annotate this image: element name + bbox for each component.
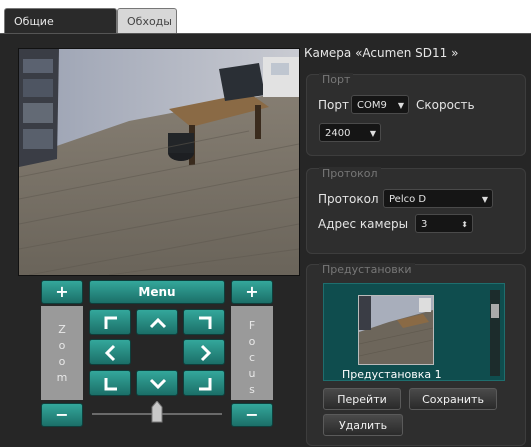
focus-letter: s (249, 383, 255, 396)
zoom-in-button[interactable]: + (41, 280, 83, 304)
tilt-up-button[interactable] (136, 309, 178, 335)
focus-strip: F o c u s (231, 306, 273, 400)
camera-video-preview (18, 48, 300, 276)
presets-group-title: Предустановки (319, 263, 415, 276)
right-arrow-icon (200, 344, 212, 362)
delete-preset-button[interactable]: Удалить (323, 414, 403, 436)
focus-in-button[interactable]: + (231, 280, 273, 304)
protocol-select-value: Pelco D (389, 194, 427, 205)
camera-address-spinner[interactable]: 3 ⬍ (415, 214, 473, 233)
presets-scrollbar[interactable] (490, 290, 500, 376)
office-scene-image (19, 49, 299, 275)
down-arrow-icon (149, 378, 167, 390)
zoom-strip: Z o o m (41, 306, 83, 400)
scrollbar-thumb[interactable] (491, 304, 499, 318)
preset-item-label: Предустановка 1 (342, 368, 442, 381)
port-label: Порт (318, 98, 349, 112)
pan-up-right-button[interactable] (183, 309, 225, 335)
slider-handle-icon (151, 400, 163, 423)
preset-thumbnail[interactable] (358, 295, 434, 365)
camera-address-label: Адрес камеры (318, 217, 409, 231)
protocol-label: Протокол (318, 192, 379, 206)
zoom-letter: o (58, 339, 66, 352)
down-left-arrow-icon (104, 378, 117, 391)
protocol-group-title: Протокол (319, 167, 381, 180)
zoom-out-button[interactable]: − (41, 403, 83, 427)
camera-address-value: 3 (421, 219, 428, 230)
focus-letter: F (248, 319, 256, 332)
tab-tours[interactable]: Обходы (117, 8, 177, 34)
chevron-down-icon: ▼ (397, 101, 404, 110)
preset-thumbnail-image (359, 296, 433, 364)
port-select[interactable]: COM9 ▼ (351, 95, 409, 114)
goto-preset-button[interactable]: Перейти (323, 388, 401, 410)
port-group-title: Порт (319, 73, 354, 86)
chevron-down-icon: ▼ (481, 195, 488, 204)
protocol-group: Протокол Протокол Pelco D ▼ Адрес камеры… (306, 167, 526, 254)
tilt-down-button[interactable] (136, 370, 178, 396)
updown-spinner-icon[interactable]: ⬍ (461, 215, 468, 234)
focus-letter: o (248, 335, 256, 348)
port-group: Порт Порт COM9 ▼ Скорость 2400 ▼ (306, 73, 526, 156)
chevron-down-icon: ▼ (369, 129, 376, 138)
focus-out-button[interactable]: − (231, 403, 273, 427)
pan-up-left-button[interactable] (89, 309, 131, 335)
zoom-letter: m (56, 371, 68, 384)
left-arrow-icon (104, 344, 116, 362)
save-preset-button[interactable]: Сохранить (409, 388, 497, 410)
pan-down-left-button[interactable] (89, 370, 131, 396)
down-right-arrow-icon (199, 378, 212, 391)
settings-panel: Камера «Acumen SD11 » Порт Порт COM9 ▼ С… (0, 33, 531, 447)
pan-left-button[interactable] (89, 339, 131, 365)
speed-label: Скорость (416, 98, 475, 112)
protocol-select[interactable]: Pelco D ▼ (383, 189, 493, 208)
up-left-arrow-icon (104, 316, 117, 329)
speed-select[interactable]: 2400 ▼ (319, 123, 381, 142)
pan-down-right-button[interactable] (183, 370, 225, 396)
tab-general-settings[interactable]: Общие настройки (4, 8, 117, 54)
up-arrow-icon (149, 317, 167, 329)
presets-list[interactable]: Предустановка 1 (323, 283, 505, 381)
zoom-letter: Z (58, 323, 66, 336)
speed-select-value: 2400 (325, 128, 351, 139)
pan-right-button[interactable] (183, 339, 225, 365)
camera-settings-window: Общие настройки Обходы (0, 0, 531, 447)
up-right-arrow-icon (199, 316, 212, 329)
focus-letter: c (248, 351, 256, 364)
camera-title: Камера «Acumen SD11 » (304, 46, 459, 60)
menu-button[interactable]: Menu (89, 280, 225, 304)
speed-slider-thumb[interactable] (151, 400, 163, 423)
zoom-letter: o (58, 355, 66, 368)
port-select-value: COM9 (357, 100, 387, 111)
focus-letter: u (248, 367, 256, 380)
